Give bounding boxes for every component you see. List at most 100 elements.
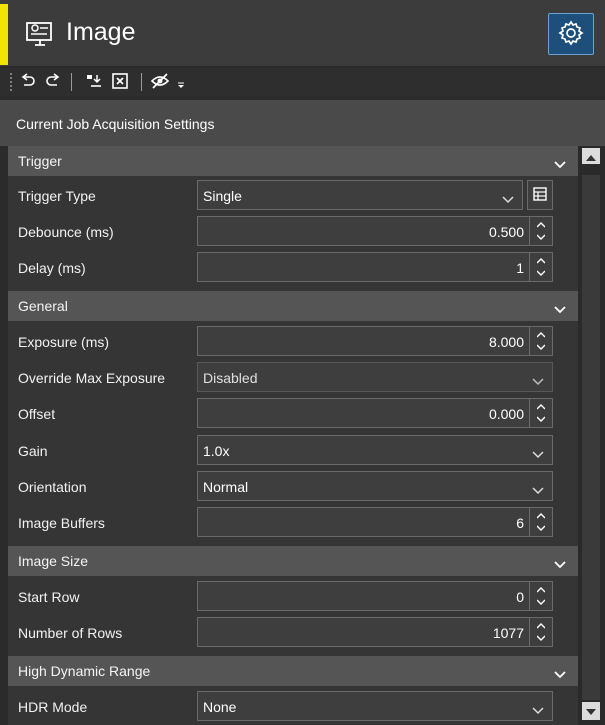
section-label: General: [18, 298, 68, 314]
exposure-label: Exposure (ms): [18, 334, 110, 350]
panel-header: Image: [0, 0, 605, 67]
section-general[interactable]: General: [8, 291, 578, 321]
exposure-stepper[interactable]: [529, 327, 552, 355]
chevron-down-icon: [532, 482, 544, 498]
undo-button[interactable]: [18, 72, 38, 92]
section-label: Trigger: [18, 153, 62, 169]
override-max-exposure-select[interactable]: Disabled: [197, 362, 553, 392]
delete-button[interactable]: [110, 72, 130, 92]
exposure-value: 8.000: [488, 334, 524, 350]
arrow-down-icon: [586, 703, 596, 719]
offset-value: 0.000: [488, 406, 524, 422]
accent-bar: [0, 4, 8, 65]
exposure-input[interactable]: 8.000: [197, 326, 553, 356]
trigger-table-button[interactable]: [527, 180, 553, 210]
redo-icon: [44, 72, 62, 93]
scroll-down-button[interactable]: [582, 702, 600, 720]
delay-stepper[interactable]: [529, 253, 552, 281]
number-of-rows-label: Number of Rows: [18, 625, 123, 641]
settings-button[interactable]: [548, 13, 594, 55]
stepper-down-icon: [537, 270, 545, 276]
start-row-label: Start Row: [18, 589, 80, 605]
section-label: High Dynamic Range: [18, 663, 151, 679]
stepper-down-icon: [537, 599, 545, 605]
number-of-rows-value: 1077: [492, 625, 524, 641]
gear-icon: [557, 19, 585, 50]
delay-input[interactable]: 1: [197, 252, 553, 282]
image-buffers-label: Image Buffers: [18, 515, 105, 531]
debounce-stepper[interactable]: [529, 217, 552, 245]
redo-button[interactable]: [43, 72, 63, 92]
stepper-up-icon: [537, 404, 545, 410]
stepper-down-icon: [537, 525, 545, 531]
orientation-value: Normal: [203, 479, 249, 495]
image-buffers-stepper[interactable]: [529, 508, 552, 536]
stepper-up-icon: [537, 258, 545, 264]
stepper-down-icon: [537, 234, 545, 240]
delay-label: Delay (ms): [18, 260, 86, 276]
debounce-label: Debounce (ms): [18, 224, 114, 240]
hide-button[interactable]: [150, 72, 170, 92]
stepper-up-icon: [537, 222, 545, 228]
stepper-up-icon: [537, 513, 545, 519]
chevron-down-icon: [554, 156, 566, 172]
hdr-mode-select[interactable]: None: [197, 691, 553, 721]
dropdown-arrow-icon: [176, 74, 186, 91]
gain-value: 1.0x: [203, 443, 230, 459]
image-buffers-value: 6: [516, 515, 524, 531]
stepper-down-icon: [537, 635, 545, 641]
hdr-mode-label: HDR Mode: [18, 699, 88, 715]
panel-subtitle-bar: Current Job Acquisition Settings: [0, 100, 605, 146]
offset-label: Offset: [18, 406, 56, 422]
section-image-size[interactable]: Image Size: [8, 546, 578, 576]
image-buffers-input[interactable]: 6: [197, 507, 553, 537]
number-of-rows-stepper[interactable]: [529, 618, 552, 646]
chevron-down-icon: [554, 556, 566, 572]
delay-value: 1: [516, 260, 524, 276]
gain-label: Gain: [18, 443, 48, 459]
import-button[interactable]: [84, 72, 104, 92]
override-max-exposure-label: Override Max Exposure: [18, 370, 166, 386]
delete-box-icon: [111, 72, 129, 93]
panel-title: Image: [66, 18, 136, 46]
toolbar-grip[interactable]: [9, 72, 13, 92]
gain-select[interactable]: 1.0x: [197, 435, 553, 465]
stepper-down-icon: [537, 344, 545, 350]
monitor-settings-icon: [24, 19, 56, 49]
chevron-down-icon: [532, 373, 544, 389]
debounce-value: 0.500: [488, 224, 524, 240]
toolbar-overflow-button[interactable]: [174, 72, 188, 92]
chevron-down-icon: [502, 191, 514, 207]
override-max-exposure-value: Disabled: [203, 370, 258, 386]
panel-subtitle: Current Job Acquisition Settings: [16, 116, 215, 132]
start-row-stepper[interactable]: [529, 582, 552, 610]
hdr-mode-value: None: [203, 699, 237, 715]
chevron-down-icon: [554, 666, 566, 682]
chevron-down-icon: [554, 301, 566, 317]
toolbar-divider: [71, 73, 72, 91]
number-of-rows-input[interactable]: 1077: [197, 617, 553, 647]
stepper-up-icon: [537, 587, 545, 593]
offset-input[interactable]: 0.000: [197, 398, 553, 428]
scroll-up-button[interactable]: [582, 148, 600, 164]
import-icon: [85, 72, 103, 93]
section-trigger[interactable]: Trigger: [8, 146, 578, 176]
toolbar: [0, 68, 605, 96]
section-label: Image Size: [18, 553, 89, 569]
offset-stepper[interactable]: [529, 399, 552, 427]
undo-icon: [19, 72, 37, 93]
stepper-up-icon: [537, 332, 545, 338]
section-high-dynamic-range[interactable]: High Dynamic Range: [8, 656, 578, 686]
start-row-value: 0: [516, 589, 524, 605]
trigger-type-select[interactable]: Single: [197, 180, 523, 210]
arrow-up-icon: [586, 148, 596, 164]
start-row-input[interactable]: 0: [197, 581, 553, 611]
chevron-down-icon: [532, 702, 544, 718]
stepper-down-icon: [537, 416, 545, 422]
debounce-input[interactable]: 0.500: [197, 216, 553, 246]
orientation-label: Orientation: [18, 479, 87, 495]
orientation-select[interactable]: Normal: [197, 471, 553, 501]
hide-icon: [150, 72, 170, 93]
trigger-type-label: Trigger Type: [18, 188, 96, 204]
scrollbar-thumb[interactable]: [582, 175, 600, 700]
